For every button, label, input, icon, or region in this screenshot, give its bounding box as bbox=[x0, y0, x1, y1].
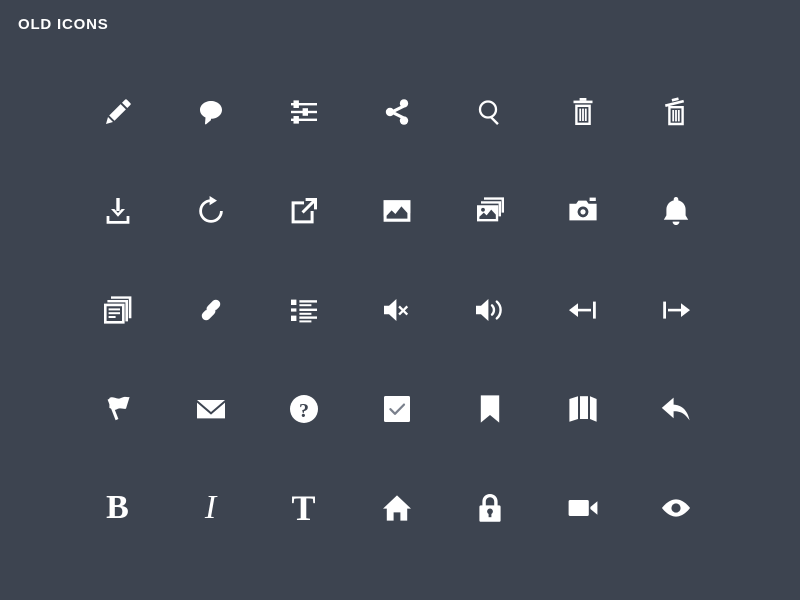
eye-icon[interactable] bbox=[629, 458, 722, 557]
link-icon[interactable] bbox=[164, 260, 257, 359]
trash-icon[interactable] bbox=[536, 62, 629, 161]
arrow-to-right-icon[interactable] bbox=[629, 260, 722, 359]
pencil-icon[interactable] bbox=[71, 62, 164, 161]
list-icon[interactable] bbox=[257, 260, 350, 359]
image-icon[interactable] bbox=[350, 161, 443, 260]
svg-text:?: ? bbox=[299, 399, 309, 421]
volume-mute-icon[interactable] bbox=[350, 260, 443, 359]
italic-icon[interactable]: I bbox=[164, 458, 257, 557]
reply-icon[interactable] bbox=[629, 359, 722, 458]
refresh-icon[interactable] bbox=[164, 161, 257, 260]
documents-icon[interactable] bbox=[71, 260, 164, 359]
bell-icon[interactable] bbox=[629, 161, 722, 260]
volume-up-icon[interactable] bbox=[443, 260, 536, 359]
sliders-icon[interactable] bbox=[257, 62, 350, 161]
share-icon[interactable] bbox=[350, 62, 443, 161]
typography-glyph: T bbox=[291, 487, 316, 528]
images-icon[interactable] bbox=[443, 161, 536, 260]
camera-icon[interactable] bbox=[536, 161, 629, 260]
download-icon[interactable] bbox=[71, 161, 164, 260]
italic-glyph: I bbox=[204, 488, 217, 526]
bookmark-icon[interactable] bbox=[443, 359, 536, 458]
page-title: OLD ICONS bbox=[18, 16, 109, 33]
video-camera-icon[interactable] bbox=[536, 458, 629, 557]
external-link-icon[interactable] bbox=[257, 161, 350, 260]
typography-icon[interactable]: T bbox=[257, 458, 350, 557]
trash-open-icon[interactable] bbox=[629, 62, 722, 161]
flag-icon[interactable] bbox=[71, 359, 164, 458]
map-icon[interactable] bbox=[536, 359, 629, 458]
home-icon[interactable] bbox=[350, 458, 443, 557]
checkbox-checked-icon[interactable] bbox=[350, 359, 443, 458]
comment-icon[interactable] bbox=[164, 62, 257, 161]
icon-grid: ? B I T bbox=[0, 62, 800, 557]
lock-icon[interactable] bbox=[443, 458, 536, 557]
arrow-to-left-icon[interactable] bbox=[536, 260, 629, 359]
bold-glyph: B bbox=[106, 488, 129, 526]
envelope-icon[interactable] bbox=[164, 359, 257, 458]
help-circle-icon[interactable]: ? bbox=[257, 359, 350, 458]
bold-icon[interactable]: B bbox=[71, 458, 164, 557]
search-icon[interactable] bbox=[443, 62, 536, 161]
